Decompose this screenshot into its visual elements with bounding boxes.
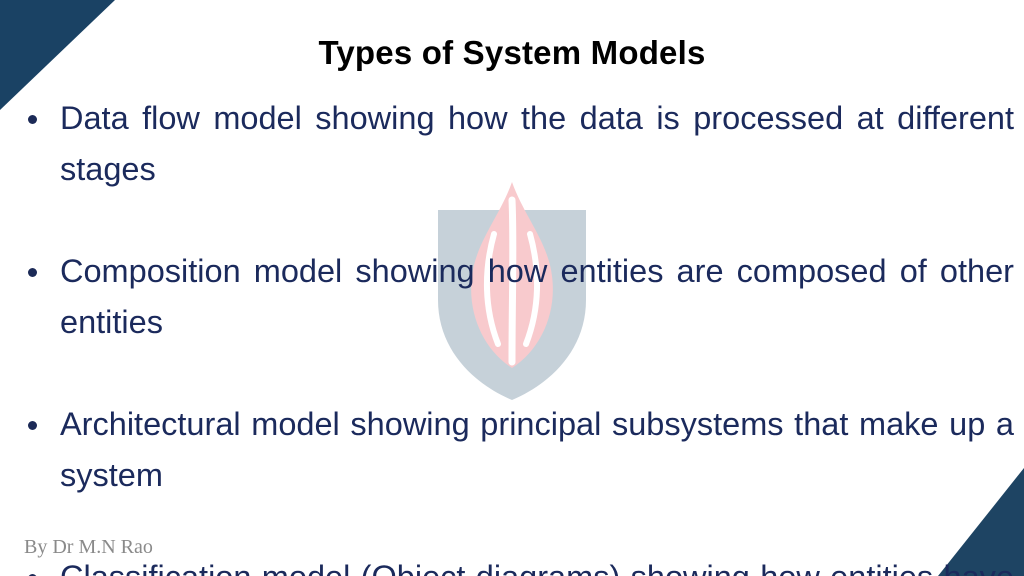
list-item-text: Classification model (Object diagrams) s… [60, 552, 1014, 576]
list-item-text: Architectural model showing principal su… [60, 406, 1014, 493]
list-item: Architectural model showing principal su… [0, 399, 1024, 552]
list-item-text: Composition model showing how entities a… [60, 253, 1014, 340]
bullet-dot-icon [28, 421, 37, 430]
slide-canvas: Types of System Models Data flow model s… [0, 0, 1024, 576]
bullet-dot-icon [28, 268, 37, 277]
bullet-list: Data flow model showing how the data is … [0, 93, 1024, 576]
author-credit: By Dr M.N Rao [24, 536, 153, 558]
bullet-dot-icon [28, 115, 37, 124]
list-item-text: Data flow model showing how the data is … [60, 100, 1014, 187]
list-item: Classification model (Object diagrams) s… [0, 552, 1024, 576]
list-item: Composition model showing how entities a… [0, 246, 1024, 399]
list-item: Data flow model showing how the data is … [0, 93, 1024, 246]
page-title: Types of System Models [318, 34, 706, 71]
